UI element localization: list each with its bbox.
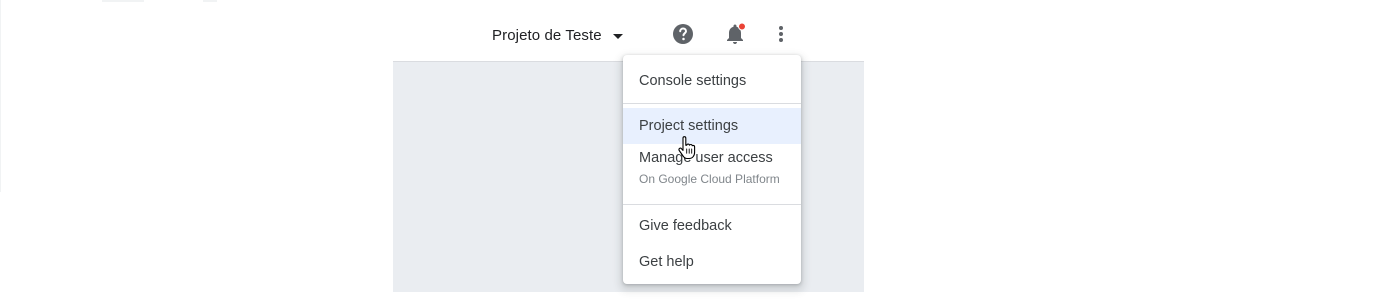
top-ghost-bar-small [203,0,217,2]
top-ghost-bar [102,0,144,2]
menu-item-get-help[interactable]: Get help [623,244,801,280]
menu-item-project-settings[interactable]: Project settings [623,108,801,144]
bell-icon [727,22,746,44]
overflow-menu: Console settings Project settings Manage… [623,55,801,284]
project-name: Projeto de Teste [492,26,602,44]
menu-item-console-settings[interactable]: Console settings [623,63,801,99]
menu-item-label: Manage user access [639,150,773,166]
menu-divider [623,204,801,205]
project-selector[interactable]: Projeto de Teste [484,21,631,49]
menu-item-sublabel: On Google Cloud Platform [639,172,780,186]
left-border [0,0,1,192]
menu-item-label: Project settings [639,118,739,134]
menu-item-label: Give feedback [639,218,732,234]
help-button[interactable] [669,20,697,48]
more-vert-icon [779,26,783,42]
more-options-button[interactable] [767,20,795,48]
menu-item-give-feedback[interactable]: Give feedback [623,208,801,244]
menu-item-manage-user-access[interactable]: Manage user access On Google Cloud Platf… [623,144,801,192]
help-icon [673,24,693,44]
menu-item-label: Get help [639,254,694,270]
page: Projeto de Teste Console settings Projec… [0,0,1382,308]
menu-item-label: Console settings [639,73,747,89]
caret-down-icon [612,33,623,39]
notifications-button[interactable] [721,20,749,48]
menu-divider [623,103,801,104]
